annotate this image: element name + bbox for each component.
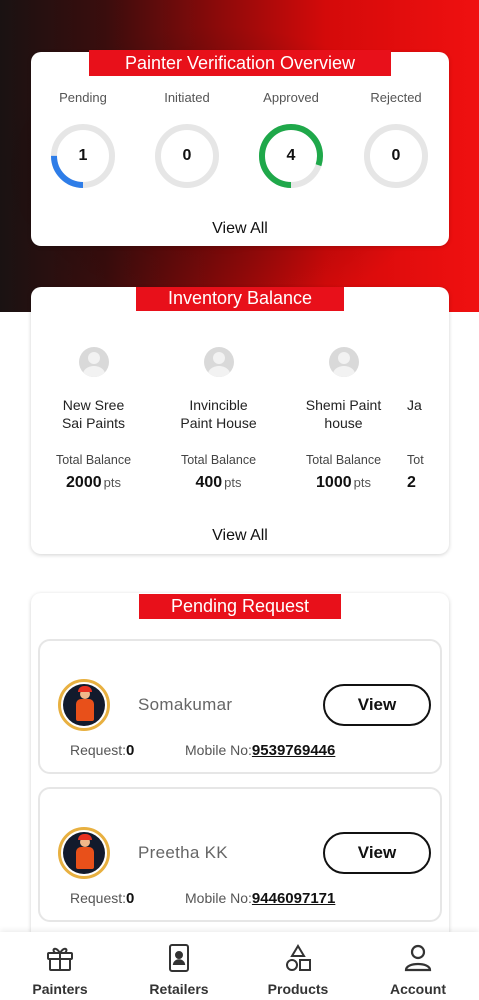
store-item[interactable]: Ja Tot 2	[407, 347, 449, 492]
user-icon	[404, 944, 432, 972]
nav-item-retailers[interactable]: Retailers	[129, 942, 229, 997]
request-item: Somakumar View Request:0 Mobile No:95397…	[38, 639, 442, 774]
nav-label: Products	[267, 981, 329, 997]
stat-label: Approved	[263, 90, 319, 105]
store-name: Ja	[407, 397, 422, 413]
stat-value: 0	[391, 147, 401, 164]
avatar-placeholder-icon	[203, 347, 234, 377]
store-item[interactable]: Shemi Paint house Total Balance 1000 pts	[281, 347, 406, 492]
balance-label: Tot	[407, 453, 424, 467]
request-count: Request:0	[70, 742, 135, 759]
store-name: New Sree Sai Paints	[61, 397, 126, 431]
stat-rejected[interactable]: Rejected 0	[344, 90, 448, 190]
request-count: Request:0	[70, 890, 135, 907]
painter-avatar-icon	[58, 827, 110, 879]
balance-label: Total Balance	[55, 453, 132, 467]
progress-ring: 4	[257, 122, 325, 190]
painter-name: Preetha KK	[138, 843, 228, 862]
gift-icon	[47, 947, 73, 971]
stat-label: Rejected	[370, 90, 422, 105]
balance-value: 2	[407, 474, 416, 491]
view-button[interactable]: View	[323, 832, 431, 874]
progress-ring: 1	[49, 122, 117, 190]
stat-pending[interactable]: Pending 1	[31, 90, 135, 190]
painter-verification-card: Painter Verification Overview Pending 1 …	[31, 50, 449, 246]
store-item[interactable]: Invincible Paint House Total Balance 400…	[156, 347, 281, 492]
mobile-info: Mobile No:9446097171	[185, 890, 336, 907]
inventory-view-all-link[interactable]: View All	[31, 527, 449, 545]
stat-label: Initiated	[164, 90, 210, 105]
stat-value: 0	[182, 147, 192, 164]
mobile-number-link[interactable]: 9539769446	[252, 742, 335, 759]
painter-avatar-icon	[58, 679, 110, 731]
balance-value: 400 pts	[195, 474, 242, 491]
stat-approved[interactable]: Approved 4	[239, 90, 343, 190]
balance-label: Total Balance	[180, 453, 257, 467]
stat-label: Pending	[59, 90, 107, 105]
id-card-icon	[169, 944, 189, 972]
verification-title: Painter Verification Overview	[89, 50, 391, 76]
nav-item-products[interactable]: Products	[248, 942, 348, 997]
nav-item-account[interactable]: Account	[368, 942, 468, 997]
progress-ring: 0	[153, 122, 221, 190]
store-item[interactable]: New Sree Sai Paints Total Balance 2000 pt…	[31, 347, 156, 492]
nav-label: Account	[390, 981, 446, 997]
bottom-navigation: Painters Retailers Products Account	[0, 932, 479, 1000]
view-button[interactable]: View	[323, 684, 431, 726]
pending-title: Pending Request	[139, 594, 341, 619]
balance-label: Total Balance	[305, 453, 382, 467]
stat-value: 4	[286, 147, 296, 164]
progress-ring: 0	[362, 122, 430, 190]
mobile-info: Mobile No:9539769446	[185, 742, 336, 759]
store-name: Invincible Paint House	[180, 397, 257, 431]
balance-value: 2000 pts	[66, 474, 121, 491]
request-item: Preetha KK View Request:0 Mobile No:9446…	[38, 787, 442, 922]
verification-view-all-link[interactable]: View All	[31, 220, 449, 238]
avatar-placeholder-icon	[328, 347, 359, 377]
avatar-placeholder-icon	[78, 347, 109, 377]
nav-label: Retailers	[149, 981, 209, 997]
stat-value: 1	[78, 147, 88, 164]
inventory-balance-card: Inventory Balance New Sree Sai Paints To…	[31, 287, 449, 554]
shapes-icon	[286, 944, 311, 971]
store-name: Shemi Paint house	[305, 397, 382, 431]
painter-name: Somakumar	[138, 695, 233, 714]
mobile-number-link[interactable]: 9446097171	[252, 890, 335, 907]
nav-item-painters[interactable]: Painters	[10, 942, 110, 997]
balance-value: 1000 pts	[316, 474, 371, 491]
inventory-title: Inventory Balance	[136, 287, 344, 311]
stat-initiated[interactable]: Initiated 0	[135, 90, 239, 190]
pending-request-card: Pending Request Somakumar View Request:0…	[31, 593, 449, 933]
nav-label: Painters	[32, 981, 88, 997]
